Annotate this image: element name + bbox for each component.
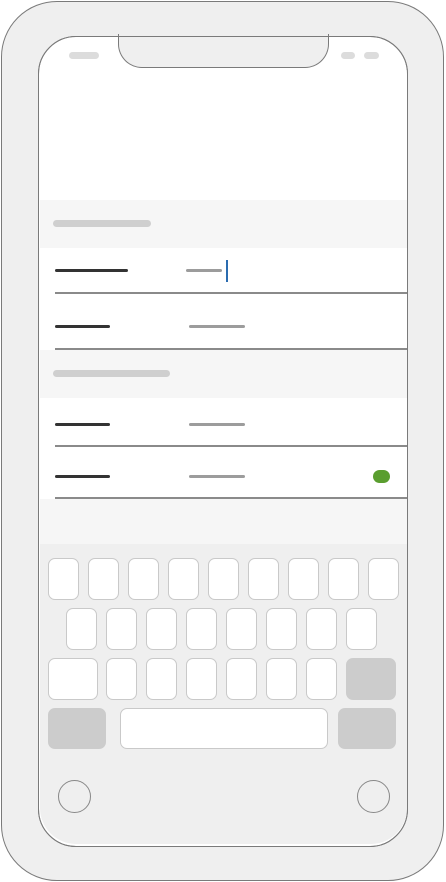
key[interactable] <box>128 558 159 600</box>
globe-icon[interactable] <box>58 780 91 813</box>
shift-key[interactable] <box>48 658 98 700</box>
form-row-4[interactable] <box>40 447 407 497</box>
row-4-value <box>189 475 245 478</box>
backspace-key[interactable] <box>346 658 396 700</box>
key[interactable] <box>66 608 97 650</box>
key[interactable] <box>226 608 257 650</box>
toggle-switch[interactable] <box>373 470 390 483</box>
form-row-2[interactable] <box>40 294 407 348</box>
key[interactable] <box>88 558 119 600</box>
numbers-key[interactable] <box>48 708 106 749</box>
row-3-value[interactable] <box>189 423 245 426</box>
key[interactable] <box>106 608 137 650</box>
row-3-label <box>55 423 110 426</box>
row-4-label <box>55 475 110 478</box>
key[interactable] <box>346 608 377 650</box>
key[interactable] <box>186 608 217 650</box>
microphone-icon[interactable] <box>357 780 390 813</box>
status-bar-time <box>69 52 99 59</box>
section-2-title <box>53 370 170 377</box>
battery-icon <box>364 52 379 59</box>
notch-top <box>121 34 326 38</box>
section-1-title <box>53 220 151 227</box>
key[interactable] <box>146 658 177 700</box>
return-key[interactable] <box>338 708 396 749</box>
keyboard-bottom-bar <box>40 758 407 844</box>
key[interactable] <box>48 558 79 600</box>
section-footer <box>40 499 407 544</box>
key[interactable] <box>248 558 279 600</box>
key[interactable] <box>306 608 337 650</box>
text-caret <box>226 260 228 282</box>
notch <box>118 34 329 68</box>
form-row-3[interactable] <box>40 398 407 445</box>
key[interactable] <box>146 608 177 650</box>
key[interactable] <box>106 658 137 700</box>
key[interactable] <box>306 658 337 700</box>
key[interactable] <box>368 558 399 600</box>
row-1-label <box>55 269 128 272</box>
navigation-bar <box>40 70 407 200</box>
key[interactable] <box>328 558 359 600</box>
space-key[interactable] <box>120 708 328 749</box>
key[interactable] <box>226 658 257 700</box>
row-2-label <box>55 325 110 328</box>
key[interactable] <box>288 558 319 600</box>
key[interactable] <box>266 608 297 650</box>
row-2-value[interactable] <box>189 325 245 328</box>
key[interactable] <box>186 658 217 700</box>
key[interactable] <box>168 558 199 600</box>
key[interactable] <box>266 658 297 700</box>
signal-icon <box>341 52 355 59</box>
key[interactable] <box>208 558 239 600</box>
row-1-input[interactable] <box>186 269 222 272</box>
